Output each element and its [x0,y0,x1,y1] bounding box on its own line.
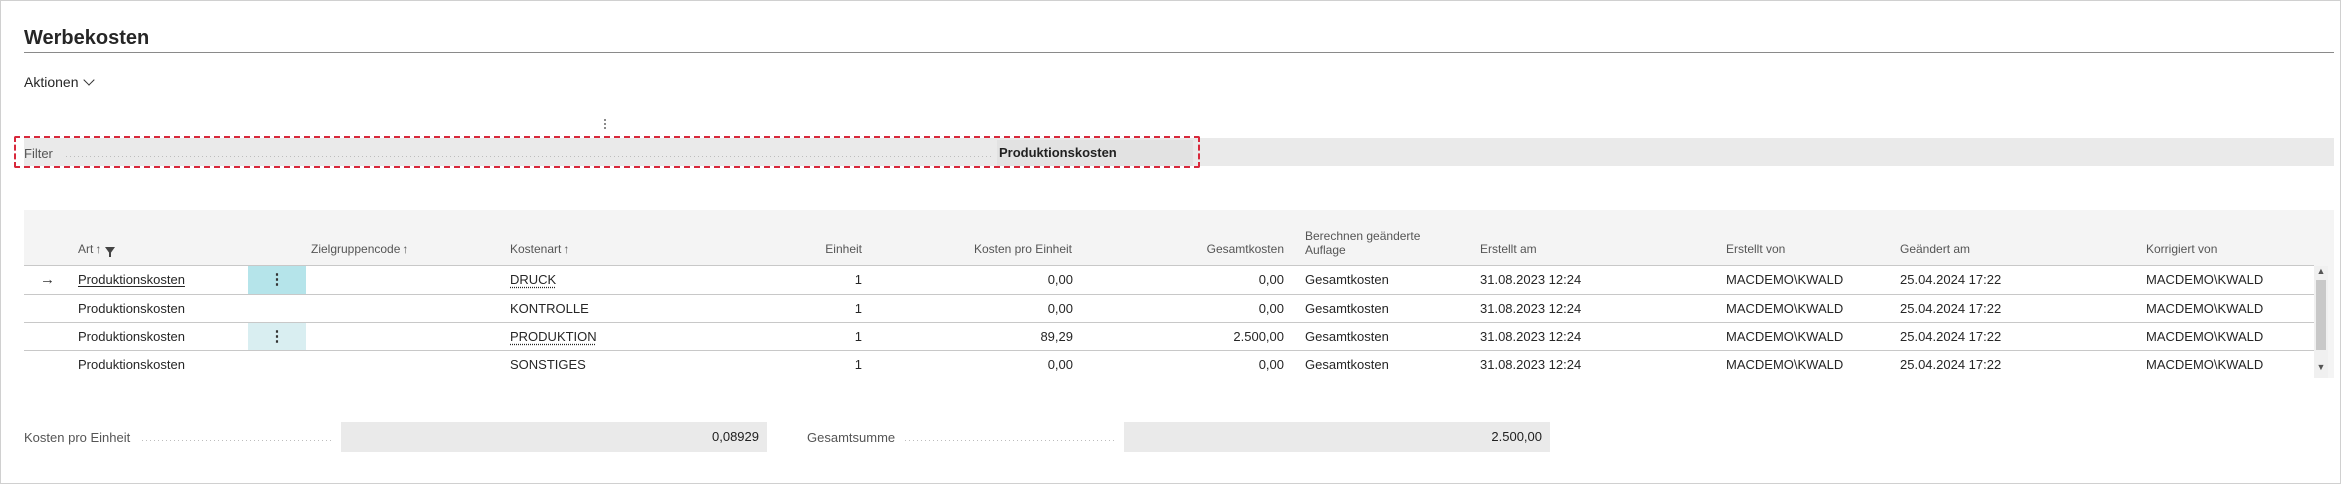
column-header-erstellt-von[interactable]: Erstellt von [1726,242,1785,256]
cell-berechnen[interactable]: Gesamtkosten [1305,351,1389,379]
cell-gesamtkosten[interactable]: 0,00 [1110,351,1284,379]
cell-berechnen[interactable]: Gesamtkosten [1305,295,1389,323]
actions-label: Aktionen [24,74,79,90]
page-title: Werbekosten [24,27,150,49]
cell-kostenart[interactable]: SONSTIGES [510,351,586,379]
scrollbar-thumb[interactable] [2316,280,2326,350]
cell-einheit[interactable]: 1 [760,266,862,294]
column-header-kostenart[interactable]: Kostenart ↑ [510,242,569,256]
cell-erstellt-am: 31.08.2023 12:24 [1480,272,1582,287]
filter-funnel-icon [105,247,116,257]
cell-berechnen[interactable]: Gesamtkosten [1305,266,1389,294]
cell-erstellt-am: 31.08.2023 12:24 [1480,301,1582,316]
splitter-handle[interactable] [604,119,606,131]
column-header-art-label: Art [78,242,94,256]
column-header-berechnen-line2: Auflage [1305,243,1346,257]
cell-gesamtkosten[interactable]: 0,00 [1110,266,1284,294]
cell-art[interactable]: Produktionskosten [78,266,185,294]
table-row[interactable]: → Produktionskosten ⋮ DRUCK 1 0,00 0,00 … [24,266,2314,294]
gesamtsumme-value: 2.500,00 [1124,422,1550,452]
cell-art[interactable]: Produktionskosten [78,351,185,379]
cell-korrigiert-von: MACDEMO\KWALD [2146,329,2264,344]
table-row[interactable]: Produktionskosten SONSTIGES 1 0,00 0,00 … [24,351,2314,379]
cell-einheit[interactable]: 1 [760,295,862,323]
column-header-erstellt-am[interactable]: Erstellt am [1480,242,1537,256]
filter-value-field[interactable]: Produktionskosten [997,140,1193,166]
cell-erstellt-von: MACDEMO\KWALD [1726,301,1844,316]
sort-ascending-icon: ↑ [563,242,570,256]
column-header-geaendert-am[interactable]: Geändert am [1900,242,1970,256]
column-header-einheit[interactable]: Einheit [760,242,862,256]
column-header-kostenart-label: Kostenart [510,242,562,256]
cell-gesamtkosten[interactable]: 2.500,00 [1110,323,1284,351]
filter-leader-dots [66,156,992,157]
cell-kosten-pro-einheit[interactable]: 0,00 [900,295,1073,323]
cell-kosten-pro-einheit[interactable]: 89,29 [900,323,1073,351]
leader-dots [142,440,332,441]
sort-ascending-icon: ↑ [95,242,102,256]
table-row[interactable]: Produktionskosten ⋮ PRODUKTION 1 89,29 2… [24,323,2314,351]
cell-korrigiert-von: MACDEMO\KWALD [2146,357,2264,372]
table-row[interactable]: Produktionskosten KONTROLLE 1 0,00 0,00 … [24,295,2314,323]
scroll-up-icon[interactable]: ▲ [2316,266,2326,276]
scroll-down-icon[interactable]: ▼ [2316,362,2326,372]
cell-art[interactable]: Produktionskosten [78,323,185,351]
cell-geaendert-am: 25.04.2024 17:22 [1900,357,2002,372]
cell-kostenart[interactable]: DRUCK [510,266,556,294]
filter-label: Filter [24,146,53,161]
row-actions-button[interactable]: ⋮ [248,266,306,294]
cell-berechnen[interactable]: Gesamtkosten [1305,323,1389,351]
cell-geaendert-am: 25.04.2024 17:22 [1900,272,2002,287]
kosten-pro-einheit-total-label: Kosten pro Einheit [24,430,131,445]
cell-einheit[interactable]: 1 [760,351,862,379]
cell-erstellt-am: 31.08.2023 12:24 [1480,357,1582,372]
column-header-berechnen[interactable]: Berechnen geänderte Auflage [1305,229,1420,257]
kosten-pro-einheit-total-value: 0,08929 [341,422,767,452]
cell-kosten-pro-einheit[interactable]: 0,00 [900,266,1073,294]
cell-erstellt-von: MACDEMO\KWALD [1726,329,1844,344]
cell-geaendert-am: 25.04.2024 17:22 [1900,329,2002,344]
column-header-zielgruppencode[interactable]: Zielgruppencode ↑ [311,242,408,256]
column-header-art[interactable]: Art ↑ [78,242,116,257]
cell-erstellt-am: 31.08.2023 12:24 [1480,329,1582,344]
cell-kosten-pro-einheit[interactable]: 0,00 [900,351,1073,379]
cell-kostenart[interactable]: PRODUKTION [510,323,597,351]
column-header-gesamtkosten[interactable]: Gesamtkosten [1110,242,1284,256]
column-header-kosten-pro-einheit[interactable]: Kosten pro Einheit [900,242,1072,256]
column-header-berechnen-line1: Berechnen geänderte [1305,229,1421,243]
sort-ascending-icon: ↑ [402,242,409,256]
cell-einheit[interactable]: 1 [760,323,862,351]
cell-kostenart[interactable]: KONTROLLE [510,295,589,323]
cell-korrigiert-von: MACDEMO\KWALD [2146,301,2264,316]
cell-erstellt-von: MACDEMO\KWALD [1726,357,1844,372]
row-actions-button[interactable]: ⋮ [248,323,306,351]
chevron-down-icon [83,74,96,86]
leader-dots [905,440,1115,441]
cell-erstellt-von: MACDEMO\KWALD [1726,272,1844,287]
current-row-arrow-icon: → [40,271,55,288]
column-header-zielgruppencode-label: Zielgruppencode [311,242,401,256]
cell-korrigiert-von: MACDEMO\KWALD [2146,272,2264,287]
cell-geaendert-am: 25.04.2024 17:22 [1900,301,2002,316]
cell-art[interactable]: Produktionskosten [78,295,185,323]
column-header-korrigiert-von[interactable]: Korrigiert von [2146,242,2217,256]
actions-menu-button[interactable]: Aktionen [24,74,96,90]
title-divider [24,52,2334,53]
gesamtsumme-label: Gesamtsumme [807,430,896,445]
cell-gesamtkosten[interactable]: 0,00 [1110,295,1284,323]
